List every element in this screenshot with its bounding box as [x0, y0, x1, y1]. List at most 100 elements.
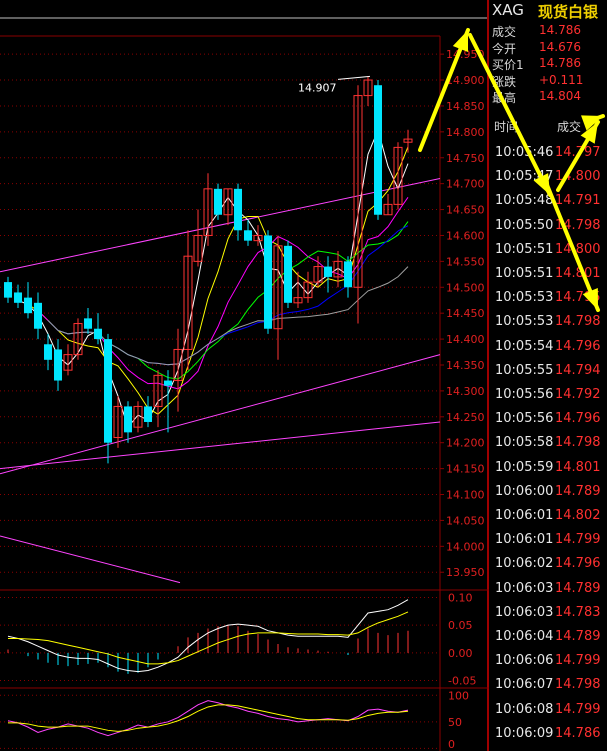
indicator1-tick-label: -0.05: [448, 674, 476, 687]
price-tick-label: 14.700: [446, 178, 485, 191]
candle-down: [124, 406, 132, 433]
tick-row: 10:06:01 14.799: [489, 528, 607, 552]
tick-time: 10:05:58: [495, 435, 554, 451]
tick-price: 14.802: [555, 508, 601, 523]
tick-time: 10:06:03: [495, 580, 554, 596]
candle-down: [214, 188, 222, 215]
candle-down: [144, 406, 152, 422]
tick-price: 14.798: [555, 217, 601, 233]
tick-time: 10:05:56: [495, 411, 554, 427]
tick-row: 10:05:48 14.791: [489, 189, 607, 213]
tick-price: 14.798: [555, 677, 601, 693]
tick-row: 10:06:09 14.786: [489, 722, 607, 746]
quote-panel: XAG 现货白银 成交 14.786 今开 14.676 买价1 14.786 涨跌 +0.1…: [489, 0, 607, 751]
tick-time: 10:06:09: [495, 725, 554, 741]
candle-down: [244, 230, 252, 241]
tick-row: 10:05:47 14.800: [489, 165, 607, 189]
price-tick-label: 14.400: [446, 333, 485, 346]
tick-price: 14.801: [555, 266, 601, 281]
tick-price: 14.800: [555, 241, 601, 257]
candle-down: [284, 245, 292, 303]
ticks-price-header: 成交: [557, 120, 582, 134]
quote-row: 最高 14.804: [489, 89, 607, 105]
tick-price: 14.789: [555, 629, 601, 644]
tick-row: 10:05:58 14.798: [489, 431, 607, 455]
tick-time: 10:05:51: [495, 266, 554, 281]
tick-time: 10:06:03: [495, 604, 554, 620]
tick-time: 10:06:08: [495, 701, 554, 717]
tick-row: 10:06:07 14.798: [489, 673, 607, 697]
tick-time: 10:05:55: [495, 362, 554, 378]
ma-line-magenta: [37, 197, 409, 390]
price-tick-label: 14.150: [446, 463, 485, 476]
tick-time: 10:05:54: [495, 338, 554, 354]
tick-time: 10:05:46: [495, 145, 554, 160]
tick-time: 10:06:00: [495, 483, 554, 499]
price-tick-label: 14.950: [446, 48, 485, 61]
tick-price: 14.799: [555, 653, 601, 669]
tick-time: 10:05:48: [495, 193, 554, 209]
price-tick-label: 14.900: [446, 74, 485, 87]
kline-chart[interactable]: 14.950 14.900 14.850 14.800 14.750 14.700 14.6…: [0, 0, 489, 751]
tick-time: 10:06:02: [495, 556, 554, 572]
quote-value: 14.786: [539, 23, 581, 37]
indicator1-tick-label: 0.10: [448, 592, 473, 605]
candle-down: [14, 292, 22, 303]
tick-price: 14.799: [555, 701, 601, 717]
tick-price: 14.783: [555, 604, 601, 620]
tick-row: 10:06:08 14.799: [489, 698, 607, 722]
tick-time: 10:06:07: [495, 677, 554, 693]
tick-time: 10:05:51: [495, 241, 554, 257]
max-price-pointer: [337, 75, 371, 80]
candle-down: [94, 328, 102, 340]
indicator2-tick-label: 0: [448, 738, 455, 751]
indicator1-tick-label: 0.00: [448, 647, 473, 660]
candle-down: [44, 344, 52, 360]
tick-time: 10:05:53: [495, 290, 554, 306]
tick-row: 10:05:51 14.800: [489, 238, 607, 262]
tick-price: 14.798: [555, 314, 601, 330]
quote-label: 涨跌: [492, 74, 517, 89]
candle-down: [234, 188, 242, 231]
tick-row: 10:05:56 14.796: [489, 407, 607, 431]
tick-row: 10:05:54 14.796: [489, 335, 607, 359]
indicator1-tick-label: 0.05: [448, 619, 473, 632]
candle-down: [4, 282, 12, 298]
candle-down: [324, 266, 332, 277]
tick-time: 10:06:01: [495, 532, 554, 548]
quote-value: 14.676: [539, 39, 581, 54]
tick-price: 14.797: [555, 145, 601, 160]
tick-row: 10:06:03 14.783: [489, 601, 607, 625]
price-tick-label: 14.450: [446, 307, 485, 320]
tick-row: 10:06:04 14.789: [489, 625, 607, 649]
tick-price: 14.794: [555, 362, 601, 378]
tick-time: 10:06:06: [495, 653, 554, 669]
symbol-code: XAG: [492, 1, 524, 19]
tick-price: 14.800: [555, 169, 601, 185]
price-tick-label: 14.050: [446, 514, 485, 527]
max-price-label: 14.907: [298, 81, 337, 94]
tick-row: 10:05:56 14.792: [489, 383, 607, 407]
tick-row: 10:05:46 14.797: [489, 141, 607, 165]
quote-label: 今开: [492, 41, 517, 56]
candle-down: [264, 235, 272, 329]
tick-row: 10:06:03 14.789: [489, 577, 607, 601]
quote-value: +0.111: [539, 72, 584, 87]
tick-row: 10:05:51 14.801: [489, 262, 607, 286]
tick-row: 10:06:01 14.802: [489, 504, 607, 528]
ticks-header: 时间 成交: [489, 116, 607, 136]
quote-value: 14.786: [539, 56, 581, 70]
trendline-lower: [0, 421, 441, 470]
price-tick-label: 14.800: [446, 126, 485, 139]
candle-down: [374, 85, 382, 215]
quote-value: 14.804: [539, 89, 581, 103]
quote-row: 成交 14.786: [489, 23, 607, 39]
indicator2-tick-label: 50: [448, 716, 462, 729]
price-tick-label: 14.250: [446, 411, 485, 424]
quote-row: 买价1 14.786: [489, 56, 607, 72]
tick-price: 14.796: [555, 556, 601, 572]
candle-down: [164, 380, 172, 386]
tick-time: 10:06:01: [495, 508, 554, 523]
ticks-time-header: 时间: [494, 120, 519, 134]
candle-down: [84, 318, 92, 329]
